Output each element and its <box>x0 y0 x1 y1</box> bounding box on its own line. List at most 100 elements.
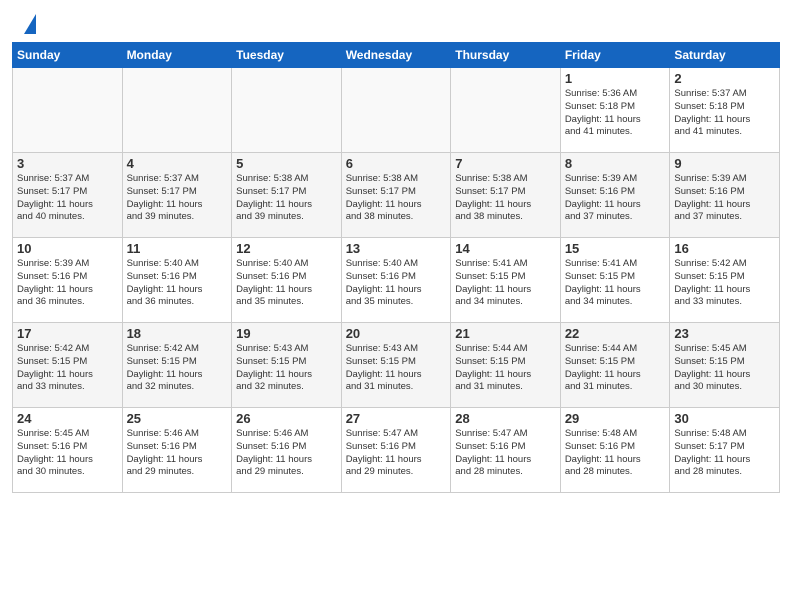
day-number: 27 <box>346 411 447 426</box>
day-info: Sunrise: 5:41 AM Sunset: 5:15 PM Dayligh… <box>565 258 666 309</box>
day-cell-12: 12Sunrise: 5:40 AM Sunset: 5:16 PM Dayli… <box>232 238 342 323</box>
day-info: Sunrise: 5:40 AM Sunset: 5:16 PM Dayligh… <box>346 258 447 309</box>
day-cell-9: 9 Sunrise: 5:39 AM Sunset: 5:16 PM Daylig… <box>670 153 780 238</box>
day-cell-empty-0-4 <box>451 68 561 153</box>
page: SundayMondayTuesdayWednesdayThursdayFrid… <box>0 0 792 612</box>
day-cell-21: 21Sunrise: 5:44 AM Sunset: 5:15 PM Dayli… <box>451 323 561 408</box>
day-number: 24 <box>17 411 118 426</box>
day-number: 6 <box>346 156 447 171</box>
day-number: 28 <box>455 411 556 426</box>
day-cell-14: 14 Sunrise: 5:41 AM Sunset: 5:15 PM Dayli… <box>451 238 561 323</box>
day-info: Sunrise: 5:40 AM Sunset: 5:16 PM Dayligh… <box>127 258 228 309</box>
calendar-container: SundayMondayTuesdayWednesdayThursdayFrid… <box>12 42 780 493</box>
week-row-1: 1 Sunrise: 5:36 AM Sunset: 5:18 PM Daylig… <box>13 68 780 153</box>
day-cell-30: 30 Sunrise: 5:48 AM Sunset: 5:17 PM Dayli… <box>670 408 780 493</box>
day-number: 13 <box>346 241 447 256</box>
day-cell-24: 24 Sunrise: 5:45 AM Sunset: 5:16 PM Dayli… <box>13 408 123 493</box>
day-info: Sunrise: 5:46 AM Sunset: 5:16 PM Dayligh… <box>236 428 337 479</box>
day-info: Sunrise: 5:42 AM Sunset: 5:15 PM Dayligh… <box>674 258 775 309</box>
day-info: Sunrise: 5:39 AM Sunset: 5:16 PM Dayligh… <box>565 173 666 224</box>
day-cell-empty-0-2 <box>232 68 342 153</box>
day-info: Sunrise: 5:37 AM Sunset: 5:17 PM Dayligh… <box>127 173 228 224</box>
week-row-5: 24 Sunrise: 5:45 AM Sunset: 5:16 PM Dayli… <box>13 408 780 493</box>
day-cell-2: 2 Sunrise: 5:37 AM Sunset: 5:18 PM Daylig… <box>670 68 780 153</box>
day-cell-6: 6 Sunrise: 5:38 AM Sunset: 5:17 PM Daylig… <box>341 153 451 238</box>
col-header-saturday: Saturday <box>670 43 780 68</box>
day-number: 10 <box>17 241 118 256</box>
day-info: Sunrise: 5:39 AM Sunset: 5:16 PM Dayligh… <box>674 173 775 224</box>
day-number: 30 <box>674 411 775 426</box>
day-number: 18 <box>127 326 228 341</box>
day-cell-1: 1 Sunrise: 5:36 AM Sunset: 5:18 PM Daylig… <box>560 68 670 153</box>
day-number: 17 <box>17 326 118 341</box>
day-cell-29: 29 Sunrise: 5:48 AM Sunset: 5:16 PM Dayli… <box>560 408 670 493</box>
day-number: 19 <box>236 326 337 341</box>
day-cell-15: 15 Sunrise: 5:41 AM Sunset: 5:15 PM Dayli… <box>560 238 670 323</box>
day-cell-17: 17Sunrise: 5:42 AM Sunset: 5:15 PM Dayli… <box>13 323 123 408</box>
day-number: 26 <box>236 411 337 426</box>
day-number: 11 <box>127 241 228 256</box>
day-info: Sunrise: 5:38 AM Sunset: 5:17 PM Dayligh… <box>346 173 447 224</box>
day-info: Sunrise: 5:36 AM Sunset: 5:18 PM Dayligh… <box>565 88 666 139</box>
day-number: 16 <box>674 241 775 256</box>
day-cell-20: 20 Sunrise: 5:43 AM Sunset: 5:15 PM Dayli… <box>341 323 451 408</box>
day-number: 3 <box>17 156 118 171</box>
day-number: 5 <box>236 156 337 171</box>
day-number: 15 <box>565 241 666 256</box>
day-number: 14 <box>455 241 556 256</box>
day-cell-empty-0-3 <box>341 68 451 153</box>
day-cell-11: 11 Sunrise: 5:40 AM Sunset: 5:16 PM Dayli… <box>122 238 232 323</box>
day-number: 21 <box>455 326 556 341</box>
day-number: 9 <box>674 156 775 171</box>
day-number: 29 <box>565 411 666 426</box>
day-info: Sunrise: 5:39 AM Sunset: 5:16 PM Dayligh… <box>17 258 118 309</box>
day-number: 2 <box>674 71 775 86</box>
col-header-monday: Monday <box>122 43 232 68</box>
col-header-tuesday: Tuesday <box>232 43 342 68</box>
day-cell-25: 25 Sunrise: 5:46 AM Sunset: 5:16 PM Dayli… <box>122 408 232 493</box>
day-cell-19: 19 Sunrise: 5:43 AM Sunset: 5:15 PM Dayli… <box>232 323 342 408</box>
day-info: Sunrise: 5:38 AM Sunset: 5:17 PM Dayligh… <box>455 173 556 224</box>
day-info: Sunrise: 5:37 AM Sunset: 5:18 PM Dayligh… <box>674 88 775 139</box>
day-info: Sunrise: 5:48 AM Sunset: 5:16 PM Dayligh… <box>565 428 666 479</box>
day-info: Sunrise: 5:43 AM Sunset: 5:15 PM Dayligh… <box>236 343 337 394</box>
day-cell-empty-0-0 <box>13 68 123 153</box>
day-info: Sunrise: 5:41 AM Sunset: 5:15 PM Dayligh… <box>455 258 556 309</box>
day-cell-22: 22 Sunrise: 5:44 AM Sunset: 5:15 PM Dayli… <box>560 323 670 408</box>
col-header-friday: Friday <box>560 43 670 68</box>
day-cell-4: 4Sunrise: 5:37 AM Sunset: 5:17 PM Daylig… <box>122 153 232 238</box>
day-cell-26: 26 Sunrise: 5:46 AM Sunset: 5:16 PM Dayli… <box>232 408 342 493</box>
week-row-4: 17 Sunrise: 5:42 AM Sunset: 5:15 PM Dayli… <box>13 323 780 408</box>
logo <box>20 14 36 36</box>
header <box>0 0 792 42</box>
col-header-sunday: Sunday <box>13 43 123 68</box>
week-row-2: 3 Sunrise: 5:37 AM Sunset: 5:17 PM Daylig… <box>13 153 780 238</box>
day-cell-3: 3 Sunrise: 5:37 AM Sunset: 5:17 PM Daylig… <box>13 153 123 238</box>
column-header-row: SundayMondayTuesdayWednesdayThursdayFrid… <box>13 43 780 68</box>
day-cell-23: 23 Sunrise: 5:45 AM Sunset: 5:15 PM Dayli… <box>670 323 780 408</box>
day-info: Sunrise: 5:45 AM Sunset: 5:16 PM Dayligh… <box>17 428 118 479</box>
day-cell-8: 8Sunrise: 5:39 AM Sunset: 5:16 PM Daylig… <box>560 153 670 238</box>
day-number: 12 <box>236 241 337 256</box>
day-cell-18: 18 Sunrise: 5:42 AM Sunset: 5:15 PM Dayli… <box>122 323 232 408</box>
day-cell-16: 16 Sunrise: 5:42 AM Sunset: 5:15 PM Dayli… <box>670 238 780 323</box>
day-number: 20 <box>346 326 447 341</box>
day-number: 1 <box>565 71 666 86</box>
day-number: 25 <box>127 411 228 426</box>
day-info: Sunrise: 5:48 AM Sunset: 5:17 PM Dayligh… <box>674 428 775 479</box>
day-cell-28: 28 Sunrise: 5:47 AM Sunset: 5:16 PM Dayli… <box>451 408 561 493</box>
day-info: Sunrise: 5:46 AM Sunset: 5:16 PM Dayligh… <box>127 428 228 479</box>
day-info: Sunrise: 5:45 AM Sunset: 5:15 PM Dayligh… <box>674 343 775 394</box>
day-info: Sunrise: 5:47 AM Sunset: 5:16 PM Dayligh… <box>455 428 556 479</box>
logo-triangle-icon <box>24 14 36 34</box>
day-number: 23 <box>674 326 775 341</box>
day-number: 22 <box>565 326 666 341</box>
day-info: Sunrise: 5:43 AM Sunset: 5:15 PM Dayligh… <box>346 343 447 394</box>
day-info: Sunrise: 5:44 AM Sunset: 5:15 PM Dayligh… <box>565 343 666 394</box>
day-cell-10: 10 Sunrise: 5:39 AM Sunset: 5:16 PM Dayli… <box>13 238 123 323</box>
col-header-thursday: Thursday <box>451 43 561 68</box>
day-info: Sunrise: 5:42 AM Sunset: 5:15 PM Dayligh… <box>127 343 228 394</box>
day-cell-7: 7Sunrise: 5:38 AM Sunset: 5:17 PM Daylig… <box>451 153 561 238</box>
day-info: Sunrise: 5:37 AM Sunset: 5:17 PM Dayligh… <box>17 173 118 224</box>
week-row-3: 10 Sunrise: 5:39 AM Sunset: 5:16 PM Dayli… <box>13 238 780 323</box>
